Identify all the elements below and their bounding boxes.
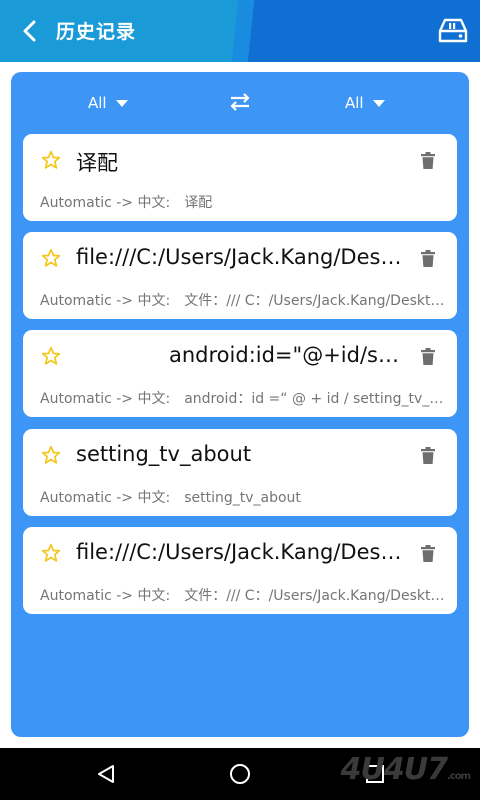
translation-text: 译配 bbox=[184, 195, 213, 211]
star-icon[interactable] bbox=[41, 543, 61, 563]
trash-icon[interactable] bbox=[421, 447, 435, 464]
history-result-text: Automatic -> 中文: android：id =“ @ + id / s… bbox=[40, 388, 445, 408]
star-icon[interactable] bbox=[41, 248, 61, 268]
history-result-text: Automatic -> 中文: setting_tv_about bbox=[40, 487, 445, 507]
target-language-dropdown[interactable]: All bbox=[345, 94, 385, 112]
nav-back-icon[interactable] bbox=[94, 762, 118, 786]
history-item[interactable]: 译配 Automatic -> 中文: 译配 bbox=[23, 134, 457, 221]
language-bar: All All bbox=[11, 72, 469, 132]
translation-text: setting_tv_about bbox=[184, 490, 301, 506]
watermark-suffix: .com bbox=[446, 771, 471, 782]
history-panel: All All 译配 Automatic -> 中文: 译配 file:///C… bbox=[11, 72, 469, 737]
star-icon[interactable] bbox=[41, 445, 61, 465]
translation-text: android：id =“ @ + id / setting_tv_about” bbox=[184, 391, 445, 407]
nav-home-icon[interactable] bbox=[228, 762, 252, 786]
app-bar: 历史记录 bbox=[0, 0, 480, 62]
history-source-text: android:id="@+id/setting_tv_about" bbox=[169, 343, 410, 367]
translation-direction: Automatic -> 中文: bbox=[40, 588, 171, 604]
translation-direction: Automatic -> 中文: bbox=[40, 391, 171, 407]
history-item[interactable]: android:id="@+id/setting_tv_about" Autom… bbox=[23, 330, 457, 417]
translation-direction: Automatic -> 中文: bbox=[40, 490, 171, 506]
history-source-text: file:///C:/Users/Jack.Kang/Desktop/ bbox=[76, 540, 411, 564]
translation-text: 文件：/// C：/Users/Jack.Kang/Desktop/ bbox=[184, 588, 445, 604]
history-source-text: file:///C:/Users/Jack.Kang/Desktop/ bbox=[76, 245, 411, 269]
translation-direction: Automatic -> 中文: bbox=[40, 195, 171, 211]
history-item[interactable]: file:///C:/Users/Jack.Kang/Desktop/ Auto… bbox=[23, 527, 457, 614]
history-item[interactable]: setting_tv_about Automatic -> 中文: setting… bbox=[23, 429, 457, 516]
history-source-text: setting_tv_about bbox=[76, 442, 252, 466]
target-language-label: All bbox=[345, 94, 364, 112]
history-result-text: Automatic -> 中文: 文件：/// C：/Users/Jack.Kan… bbox=[40, 585, 445, 605]
sd-card-icon[interactable] bbox=[438, 17, 468, 45]
history-result-text: Automatic -> 中文: 译配 bbox=[40, 192, 445, 212]
history-source-text: 译配 bbox=[76, 151, 118, 175]
translation-text: 文件：/// C：/Users/Jack.Kang/Desktop/ bbox=[184, 293, 445, 309]
watermark-text: 4U4U7 bbox=[340, 752, 448, 787]
chevron-down-icon bbox=[372, 100, 385, 107]
star-icon[interactable] bbox=[41, 150, 61, 170]
chevron-down-icon bbox=[115, 100, 128, 107]
trash-icon[interactable] bbox=[421, 545, 435, 562]
trash-icon[interactable] bbox=[421, 250, 435, 267]
history-item[interactable]: file:///C:/Users/Jack.Kang/Desktop/ Auto… bbox=[23, 232, 457, 319]
translation-direction: Automatic -> 中文: bbox=[40, 293, 171, 309]
source-language-label: All bbox=[88, 94, 107, 112]
history-result-text: Automatic -> 中文: 文件：/// C：/Users/Jack.Kan… bbox=[40, 290, 445, 310]
screen: 历史记录 All All 译配 Automatic -> 中文: 译配 file… bbox=[0, 0, 480, 800]
navigation-bar: 4U4U7.com bbox=[0, 748, 480, 800]
trash-icon[interactable] bbox=[421, 152, 435, 169]
back-arrow-icon[interactable] bbox=[14, 16, 44, 46]
swap-arrows-icon[interactable] bbox=[228, 92, 252, 112]
page-title: 历史记录 bbox=[56, 21, 137, 43]
trash-icon[interactable] bbox=[421, 348, 435, 365]
source-language-dropdown[interactable]: All bbox=[88, 94, 128, 112]
star-icon[interactable] bbox=[41, 346, 61, 366]
watermark-logo: 4U4U7.com bbox=[340, 752, 471, 787]
